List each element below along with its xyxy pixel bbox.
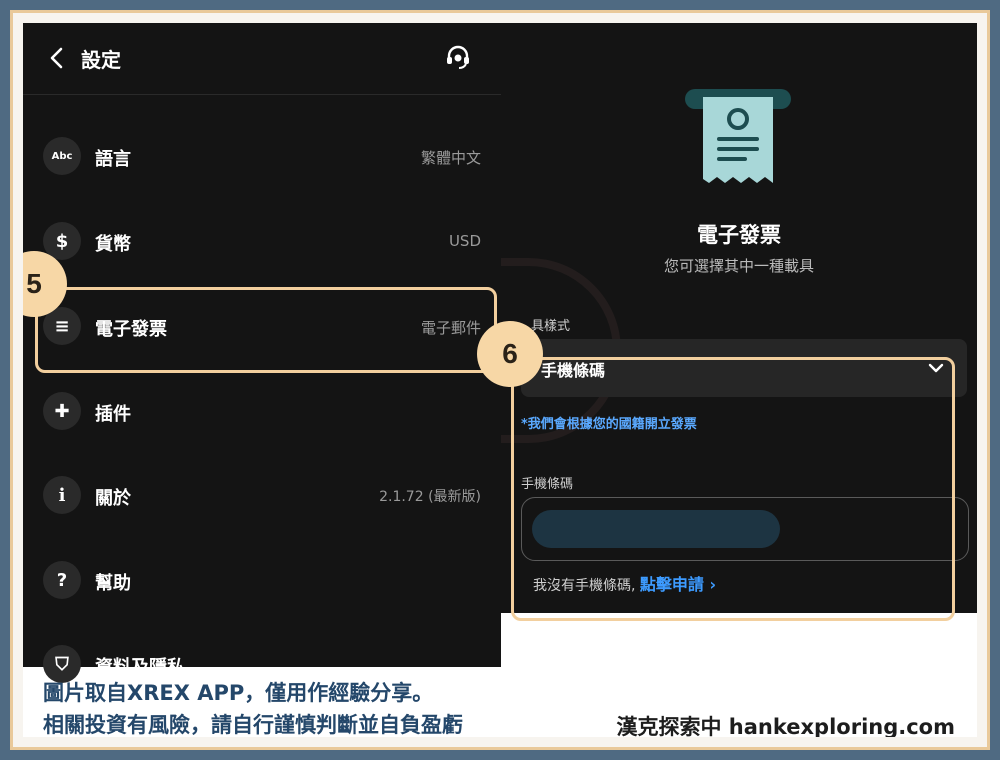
setting-value: 2.1.72 (最新版) (379, 489, 481, 505)
settings-header: 設定 (23, 23, 501, 95)
highlight-e-invoice (35, 287, 497, 373)
setting-item-about[interactable]: i 關於 2.1.72 (最新版) (23, 454, 501, 538)
invoice-title: 電子發票 (697, 223, 781, 247)
invoice-subtitle: 您可選擇其中一種載具 (663, 257, 814, 275)
caption-line-2: 相關投資有風險，請自行謹慎判斷並自負盈虧 (43, 713, 463, 737)
step-badge-6: 6 (477, 321, 543, 387)
setting-label: 關於 (95, 488, 131, 509)
chevron-left-icon[interactable] (45, 45, 71, 71)
headset-icon[interactable] (444, 43, 472, 71)
highlight-invoice-form (511, 357, 955, 621)
setting-label: 插件 (95, 404, 131, 425)
brand-watermark: 漢克探索中 hankexploring.com (616, 715, 955, 737)
setting-value: 繁體中文 (420, 149, 481, 167)
setting-item-help[interactable]: ? 幫助 (23, 539, 501, 623)
photo-frame: 設定 Abc 語言 繁體中文 $ 貨幣 USD ≡ 電子發票 電子郵件 ✚ 插件… (10, 10, 990, 750)
language-icon: Abc (43, 137, 81, 175)
screenshot-area: 設定 Abc 語言 繁體中文 $ 貨幣 USD ≡ 電子發票 電子郵件 ✚ 插件… (23, 23, 977, 737)
setting-item-language[interactable]: Abc 語言 繁體中文 (23, 115, 501, 199)
page-title: 設定 (81, 48, 121, 72)
setting-label: 語言 (95, 149, 131, 170)
setting-label: 貨幣 (95, 234, 131, 255)
carrier-type-label: 具樣式 (531, 319, 571, 334)
caption-line-1: 圖片取自XREX APP，僅用作經驗分享。 (43, 681, 434, 705)
help-icon: ? (43, 561, 81, 599)
setting-item-plugins[interactable]: ✚ 插件 (23, 370, 501, 454)
info-icon: i (43, 476, 81, 514)
setting-label: 幫助 (95, 573, 131, 594)
setting-value: USD (448, 232, 481, 250)
setting-item-currency[interactable]: $ 貨幣 USD (23, 200, 501, 284)
setting-label: 資料及隱私 (95, 657, 185, 678)
puzzle-icon: ✚ (43, 392, 81, 430)
receipt-illustration-icon (685, 89, 791, 183)
